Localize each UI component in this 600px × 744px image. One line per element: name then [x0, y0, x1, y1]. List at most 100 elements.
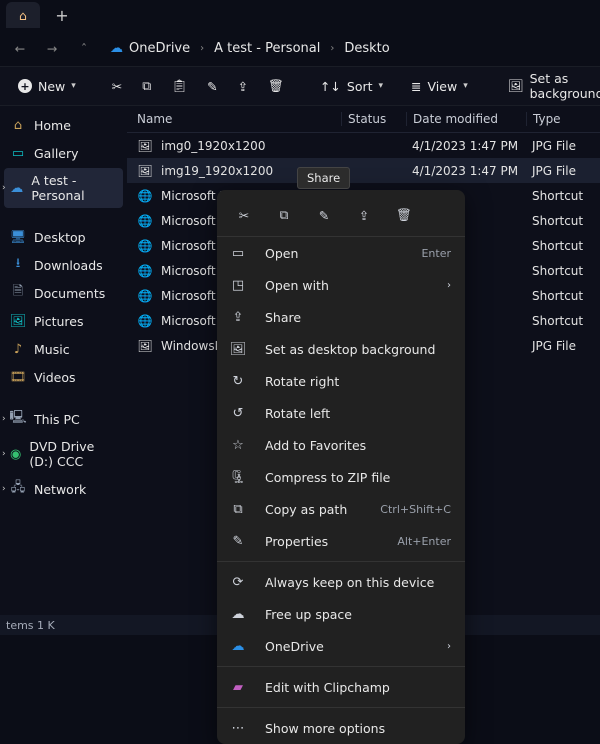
file-modified: 4/1/2023 1:47 PM [406, 164, 526, 178]
forward-button[interactable]: → [38, 34, 66, 62]
chevron-right-icon: › [330, 43, 334, 54]
ctx-item[interactable]: ↺Rotate left [217, 397, 465, 429]
ctx-hint: Enter [421, 247, 451, 260]
openwith-icon: ◳ [229, 276, 247, 294]
ctx-item[interactable]: ◳Open with› [217, 269, 465, 301]
table-row[interactable]: 🖼︎img19_1920x12004/1/2023 1:47 PMJPG Fil… [127, 158, 600, 183]
sidebar-item-label: Videos [34, 370, 76, 385]
ctx-item[interactable]: ☁Free up space [217, 598, 465, 630]
sidebar-item-label: Pictures [34, 314, 84, 329]
col-type[interactable]: Type [526, 112, 596, 126]
ctx-hint: Ctrl+Shift+C [380, 503, 451, 516]
ctx-item[interactable]: ⇪Share [217, 301, 465, 333]
ctx-item[interactable]: ▭OpenEnter [217, 237, 465, 269]
delete-button[interactable]: 🗑︎ [262, 72, 290, 100]
ctx-item[interactable]: ⟳ Always keep on this device [217, 566, 465, 598]
ctx-item[interactable]: 🗜︎Compress to ZIP file [217, 461, 465, 493]
col-name[interactable]: Name [131, 112, 341, 126]
ctx-label: Always keep on this device [265, 575, 443, 590]
sync-icon: ⟳ [229, 573, 247, 591]
edge-icon: 🌐 [137, 238, 153, 254]
sidebar-item-dvd[interactable]: › ◉ DVD Drive (D:) CCC [4, 434, 123, 474]
breadcrumb-item[interactable]: A test - Personal [214, 41, 320, 56]
sidebar-item-thispc[interactable]: › 🖳 This PC [4, 406, 123, 432]
sidebar-item-label: Home [34, 118, 71, 133]
col-modified[interactable]: Date modified [406, 112, 526, 126]
edge-icon: 🌐 [137, 313, 153, 329]
share-icon: ⇪ [238, 79, 248, 94]
sidebar-item-gallery[interactable]: ▭ Gallery [4, 140, 123, 166]
ctx-item[interactable]: ↻Rotate right [217, 365, 465, 397]
ctx-copy-button[interactable]: ⧉ [267, 200, 301, 230]
ctx-share-button[interactable]: ⇪ [347, 200, 381, 230]
clipchamp-icon: ▰ [229, 678, 247, 696]
downloads-icon: ⭳ [10, 257, 26, 273]
paste-button[interactable]: 📋︎ [165, 72, 193, 100]
sidebar-item-music[interactable]: ♪ Music [4, 336, 123, 362]
sidebar-item-label: This PC [34, 412, 80, 427]
sidebar-item-desktop[interactable]: 🖥︎ Desktop [4, 224, 123, 250]
sort-button[interactable]: ↑↓ Sort ▾ [310, 72, 393, 100]
column-headers: Name Status Date modified Type [127, 106, 600, 133]
rename-icon: ✎ [319, 208, 329, 223]
onedrive-color-icon: ☁ [229, 637, 247, 655]
edge-icon: 🌐 [137, 213, 153, 229]
gallery-icon: ▭ [10, 145, 26, 161]
zip-icon: 🗜︎ [229, 468, 247, 486]
table-row[interactable]: 🖼︎img0_1920x12004/1/2023 1:47 PMJPG File [127, 133, 600, 158]
nav-bar: ← → ˆ ☁ OneDrive › A test - Personal › D… [0, 30, 600, 66]
new-button[interactable]: + New ▾ [8, 72, 86, 100]
rotate-left-icon: ↺ [229, 404, 247, 422]
ctx-label: Open [265, 246, 413, 261]
ctx-label: Show more options [265, 721, 443, 736]
ctx-delete-button[interactable]: 🗑︎ [387, 200, 421, 230]
back-button[interactable]: ← [6, 34, 34, 62]
wallpaper-icon: 🖼︎ [229, 340, 247, 358]
sidebar-item-onedrive[interactable]: › ☁ A test - Personal [4, 168, 123, 208]
ctx-item[interactable]: ✎PropertiesAlt+Enter [217, 525, 465, 557]
ctx-label: Set as desktop background [265, 342, 443, 357]
sidebar-item-network[interactable]: › 🖧 Network [4, 476, 123, 502]
share-button[interactable]: ⇪ [232, 72, 254, 100]
active-tab[interactable]: ⌂ [6, 2, 40, 28]
sidebar-item-label: Documents [34, 286, 105, 301]
view-button[interactable]: ≣ View ▾ [401, 72, 478, 100]
chevron-right-icon: › [2, 183, 6, 193]
ctx-item[interactable]: ▰Edit with Clipchamp [217, 671, 465, 703]
up-button[interactable]: ˆ [70, 34, 98, 62]
sidebar: ⌂ Home ▭ Gallery › ☁ A test - Personal 🖥… [0, 106, 127, 615]
sort-label: Sort [347, 79, 373, 94]
sidebar-item-videos[interactable]: 🎞︎ Videos [4, 364, 123, 390]
copy-button[interactable]: ⧉ [136, 72, 157, 100]
file-type: JPG File [526, 339, 596, 353]
edge-icon: 🌐 [137, 188, 153, 204]
breadcrumb-label: A test - Personal [214, 41, 320, 56]
breadcrumb-item[interactable]: Deskto [344, 41, 389, 56]
dvd-icon: ◉ [10, 446, 21, 462]
ctx-item[interactable]: ☆Add to Favorites [217, 429, 465, 461]
sidebar-item-documents[interactable]: 🗎 Documents [4, 280, 123, 306]
chevron-right-icon: › [2, 414, 6, 424]
file-type: Shortcut [526, 264, 596, 278]
chevron-right-icon: › [447, 280, 451, 291]
ctx-item[interactable]: ⧉ Copy as path Ctrl+Shift+C [217, 493, 465, 525]
rename-icon: ✎ [207, 79, 217, 94]
path-icon: ⧉ [229, 500, 247, 518]
ctx-rename-button[interactable]: ✎ [307, 200, 341, 230]
cut-icon: ✂ [112, 79, 122, 94]
col-status[interactable]: Status [341, 112, 406, 126]
network-icon: 🖧 [10, 481, 26, 497]
ctx-cut-button[interactable]: ✂ [227, 200, 261, 230]
ctx-item[interactable]: 🖼︎ Set as desktop background [217, 333, 465, 365]
chevron-down-icon: ▾ [379, 81, 384, 91]
new-tab-button[interactable]: + [48, 6, 76, 25]
rename-button[interactable]: ✎ [201, 72, 223, 100]
set-background-button[interactable]: 🖼︎ Set as background [498, 72, 600, 100]
ctx-show-more[interactable]: ⋯ Show more options [217, 712, 465, 744]
sidebar-item-downloads[interactable]: ⭳ Downloads [4, 252, 123, 278]
ctx-label: Copy as path [265, 502, 372, 517]
cut-button[interactable]: ✂ [106, 72, 128, 100]
breadcrumb-item[interactable]: ☁ OneDrive [110, 41, 190, 56]
sidebar-item-pictures[interactable]: 🖼︎ Pictures [4, 308, 123, 334]
sidebar-item-home[interactable]: ⌂ Home [4, 112, 123, 138]
